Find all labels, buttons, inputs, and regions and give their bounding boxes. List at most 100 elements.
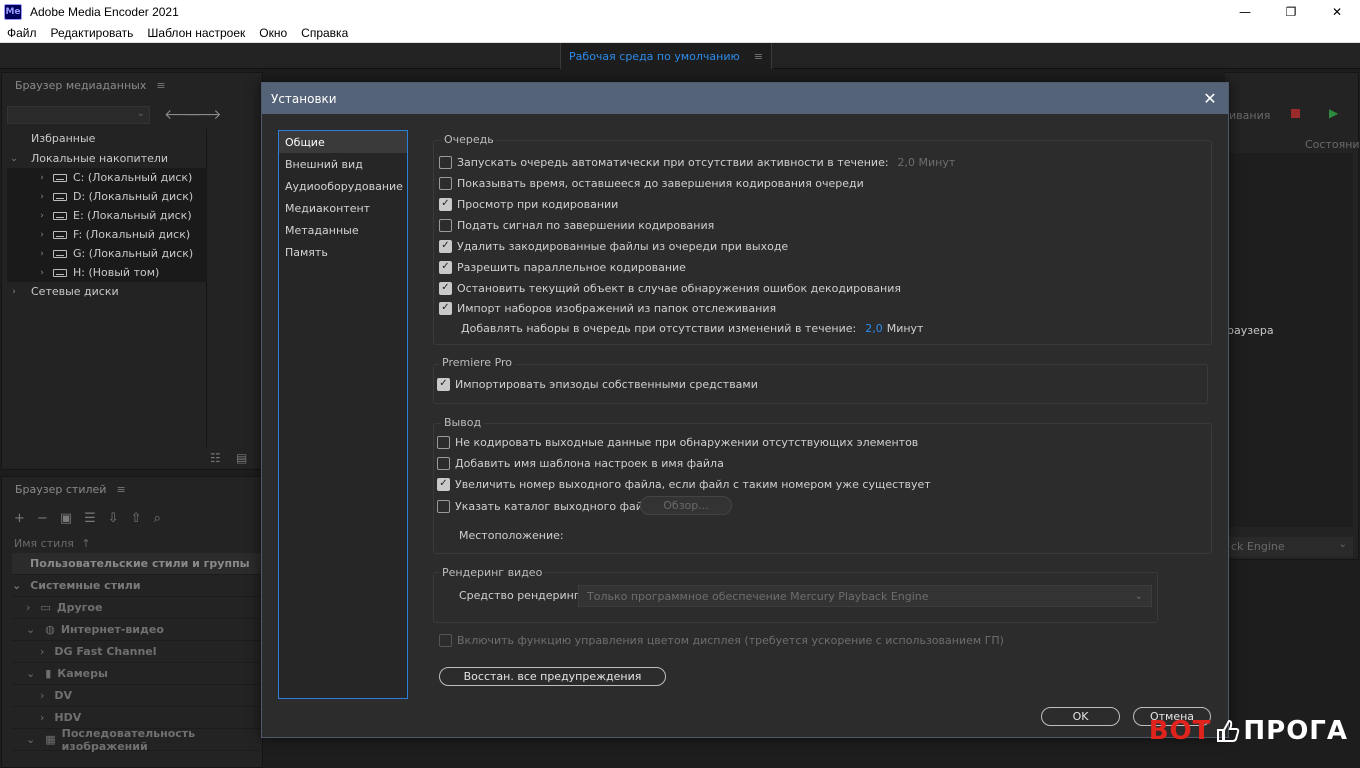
style-row-cameras[interactable]: ⌄ ▮ Камеры bbox=[12, 663, 264, 685]
chevron-down-icon: ⌄ bbox=[26, 623, 36, 636]
new-group-icon[interactable]: ▣ bbox=[60, 511, 72, 526]
skip-missing-assets-option[interactable]: Не кодировать выходные данные при обнару… bbox=[437, 433, 918, 451]
thumbnail-view-icon[interactable]: ▤ bbox=[236, 451, 247, 465]
increment-filename-option[interactable]: ✓ Увеличить номер выходного файла, если … bbox=[437, 475, 931, 493]
chevron-right-icon: › bbox=[40, 191, 44, 202]
media-browser-menu-icon[interactable]: ≡ bbox=[156, 79, 165, 92]
category-general[interactable]: Общие bbox=[279, 131, 407, 153]
import-image-sequences-checkbox[interactable]: ✓ bbox=[439, 301, 452, 315]
maximize-button[interactable]: ❐ bbox=[1268, 0, 1314, 23]
stop-icon[interactable] bbox=[1291, 109, 1300, 118]
style-row-label: Последовательность изображений bbox=[61, 726, 196, 753]
chevron-right-icon: › bbox=[40, 229, 44, 240]
tree-item-network-drives[interactable]: › Сетевые диски bbox=[7, 282, 207, 301]
tree-item-drive-g[interactable]: › G: (Локальный диск) bbox=[7, 244, 207, 263]
list-view-icon[interactable]: ☷ bbox=[210, 451, 221, 465]
import-style-icon[interactable]: ⇩ bbox=[108, 511, 119, 526]
remove-style-icon[interactable]: − bbox=[37, 511, 48, 526]
specify-output-folder-option[interactable]: Указать каталог выходного файла: bbox=[437, 497, 660, 515]
minimize-button[interactable]: — bbox=[1222, 0, 1268, 23]
watch-folder-delay-value[interactable]: 2,0 bbox=[865, 322, 883, 335]
style-browser-menu-icon[interactable]: ≡ bbox=[116, 483, 125, 496]
renderer-dropdown-bg[interactable]: ck Engine ⌄ bbox=[1229, 537, 1353, 557]
play-chime-option[interactable]: Подать сигнал по завершении кодирования bbox=[439, 216, 714, 234]
style-row-web-video[interactable]: ⌄ ◍ Интернет-видео bbox=[12, 619, 264, 641]
tree-item-drive-h[interactable]: › H: (Новый том) bbox=[7, 263, 207, 282]
chevron-right-icon: › bbox=[12, 286, 16, 297]
tree-item-local-drives[interactable]: ⌄ Локальные накопители bbox=[7, 149, 207, 168]
category-appearance[interactable]: Внешний вид bbox=[279, 153, 407, 175]
style-row-dv[interactable]: › DV bbox=[12, 685, 264, 707]
ok-button[interactable]: OK bbox=[1041, 707, 1120, 726]
forward-arrow-icon[interactable]: 🡒 bbox=[184, 106, 222, 123]
auto-start-queue-option[interactable]: Запускать очередь автоматически при отсу… bbox=[439, 153, 955, 171]
add-style-icon[interactable]: + bbox=[14, 511, 25, 526]
dialog-close-button[interactable]: ✕ bbox=[1200, 88, 1220, 108]
style-row-user-presets[interactable]: Пользовательские стили и группы bbox=[12, 553, 264, 575]
close-window-button[interactable]: ✕ bbox=[1314, 0, 1360, 23]
tree-item-drive-f[interactable]: › F: (Локальный диск) bbox=[7, 225, 207, 244]
chevron-right-icon: › bbox=[40, 248, 44, 259]
tree-item-favorites[interactable]: Избранные bbox=[7, 129, 207, 148]
menu-help[interactable]: Справка bbox=[294, 26, 355, 40]
style-row-image-sequence[interactable]: ⌄ ▦ Последовательность изображений bbox=[12, 726, 264, 753]
show-remaining-time-option[interactable]: Показывать время, оставшееся до завершен… bbox=[439, 174, 864, 192]
import-image-sequences-option[interactable]: ✓ Импорт наборов изображений из папок от… bbox=[439, 299, 776, 317]
tree-item-drive-d[interactable]: › D: (Локальный диск) bbox=[7, 187, 207, 206]
style-row-other[interactable]: › ▭ Другое bbox=[12, 597, 264, 619]
option-label: Увеличить номер выходного файла, если фа… bbox=[455, 477, 931, 491]
settings-sliders-icon[interactable]: ☰ bbox=[84, 511, 96, 526]
renderer-select[interactable]: Только программное обеспечение Mercury P… bbox=[578, 585, 1152, 607]
style-row-label: Пользовательские стили и группы bbox=[30, 557, 250, 570]
append-preset-name-checkbox[interactable] bbox=[437, 456, 450, 470]
preview-while-encoding-option[interactable]: ✓ Просмотр при кодировании bbox=[439, 195, 618, 213]
play-icon[interactable]: ▶ bbox=[1329, 106, 1338, 120]
remove-encoded-on-exit-checkbox[interactable]: ✓ bbox=[439, 239, 452, 253]
display-color-management-option[interactable]: Включить функцию управления цветом диспл… bbox=[439, 631, 1004, 649]
workspace-tab-default[interactable]: Рабочая среда по умолчанию ≡ bbox=[560, 43, 772, 69]
native-sequence-import-option[interactable]: ✓ Импортировать эпизоды собственными сре… bbox=[437, 375, 758, 393]
category-memory[interactable]: Память bbox=[279, 241, 407, 263]
specify-output-folder-checkbox[interactable] bbox=[437, 499, 450, 513]
workspace-menu-icon[interactable]: ≡ bbox=[754, 50, 763, 63]
preview-while-encoding-checkbox[interactable]: ✓ bbox=[439, 197, 452, 211]
skip-missing-assets-checkbox[interactable] bbox=[437, 435, 450, 449]
category-metadata[interactable]: Метаданные bbox=[279, 219, 407, 241]
category-audio-hardware[interactable]: Аудиооборудование bbox=[279, 175, 407, 197]
queue-panel: ивания ▶ Состояни раузера ck Engine ⌄ bbox=[1225, 72, 1360, 560]
browse-button[interactable]: Обзор... bbox=[640, 496, 732, 515]
chevron-down-icon: ⌄ bbox=[26, 733, 36, 746]
media-browser-location-dropdown[interactable]: ⌄ bbox=[7, 106, 150, 124]
menu-file[interactable]: Файл bbox=[0, 26, 44, 40]
native-sequence-import-checkbox[interactable]: ✓ bbox=[437, 377, 450, 391]
tree-item-drive-c[interactable]: › C: (Локальный диск) bbox=[7, 168, 207, 187]
style-name-column-header[interactable]: Имя стиля ↑ bbox=[14, 537, 91, 550]
export-style-icon[interactable]: ⇧ bbox=[131, 511, 142, 526]
menu-window[interactable]: Окно bbox=[252, 26, 294, 40]
drive-icon bbox=[53, 249, 67, 258]
menu-edit[interactable]: Редактировать bbox=[44, 26, 141, 40]
increment-filename-checkbox[interactable]: ✓ bbox=[437, 477, 450, 491]
auto-start-queue-checkbox[interactable] bbox=[439, 155, 452, 169]
option-label: Просмотр при кодировании bbox=[457, 197, 619, 211]
show-remaining-time-checkbox[interactable] bbox=[439, 176, 452, 190]
style-row-dg-fast-channel[interactable]: › DG Fast Channel bbox=[12, 641, 264, 663]
auto-start-delay-value[interactable]: 2,0 Минут bbox=[898, 156, 956, 169]
play-chime-checkbox[interactable] bbox=[439, 218, 452, 232]
parallel-encoding-checkbox[interactable]: ✓ bbox=[439, 260, 452, 274]
style-row-system-presets[interactable]: ⌄ Системные стили bbox=[12, 575, 264, 597]
reset-all-warnings-button[interactable]: Восстан. все предупреждения bbox=[439, 667, 666, 686]
menu-bar: Файл Редактировать Шаблон настроек Окно … bbox=[0, 23, 1360, 43]
search-icon[interactable]: ⌕ bbox=[154, 511, 161, 526]
append-preset-name-option[interactable]: Добавить имя шаблона настроек в имя файл… bbox=[437, 454, 724, 472]
stop-on-decode-errors-checkbox[interactable]: ✓ bbox=[439, 281, 452, 295]
menu-preset[interactable]: Шаблон настроек bbox=[140, 26, 252, 40]
display-color-management-checkbox[interactable] bbox=[439, 633, 452, 647]
tree-item-drive-e[interactable]: › E: (Локальный диск) bbox=[7, 206, 207, 225]
parallel-encoding-option[interactable]: ✓ Разрешить параллельное кодирование bbox=[439, 258, 686, 276]
category-media[interactable]: Медиаконтент bbox=[279, 197, 407, 219]
remove-encoded-on-exit-option[interactable]: ✓ Удалить закодированные файлы из очеред… bbox=[439, 237, 788, 255]
queue-hint-tail: раузера bbox=[1227, 324, 1274, 337]
stop-on-decode-errors-option[interactable]: ✓ Остановить текущий объект в случае обн… bbox=[439, 279, 901, 297]
queue-group-title: Очередь bbox=[441, 133, 497, 146]
